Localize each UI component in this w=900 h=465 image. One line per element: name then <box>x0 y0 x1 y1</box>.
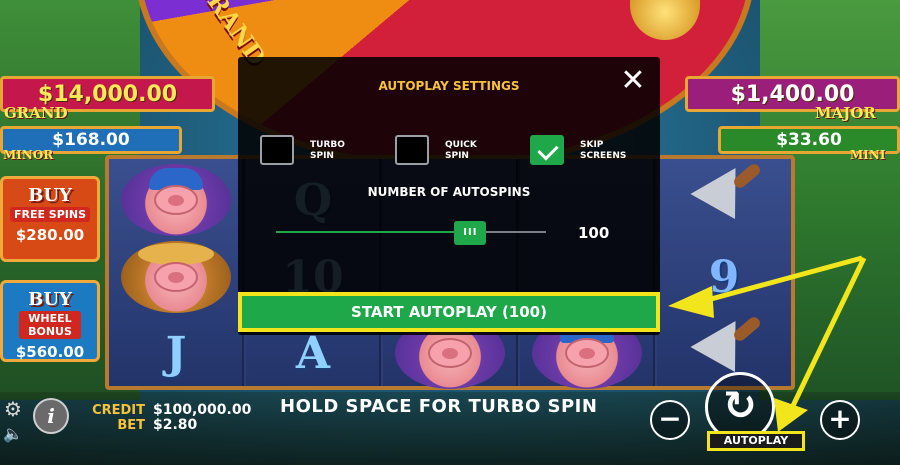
jackpot-grand-label: GRAND <box>4 104 68 122</box>
bet-label: BET <box>117 418 145 433</box>
increase-bet-button[interactable]: + <box>820 400 860 440</box>
settings-gear-icon[interactable]: ⚙ <box>2 398 24 420</box>
autospins-value: 100 <box>578 224 610 242</box>
turbo-hint-text: HOLD SPACE FOR TURBO SPIN <box>280 396 598 417</box>
symbol-j: J <box>165 327 187 379</box>
turbo-spin-checkbox[interactable] <box>260 135 294 165</box>
reel-column-5: 9 <box>657 159 791 386</box>
autospins-slider-thumb[interactable]: III <box>454 221 487 245</box>
buy-free-spins-word: BUY <box>28 185 72 206</box>
dialog-title: AUTOPLAY SETTINGS <box>378 79 520 93</box>
buy-wheel-bonus-sub: WHEEL BONUS <box>19 311 81 339</box>
symbol-9: 9 <box>708 251 740 303</box>
buy-free-spins-price: $280.00 <box>15 226 85 244</box>
autospins-count-title: NUMBER OF AUTOSPINS <box>367 185 531 199</box>
autoplay-button[interactable]: AUTOPLAY <box>707 431 805 451</box>
jackpot-mini-value: $33.60 <box>776 130 842 150</box>
start-autoplay-button[interactable]: START AUTOPLAY (100) <box>238 292 660 332</box>
buy-free-spins-button[interactable]: BUY FREE SPINS $280.00 <box>0 176 100 262</box>
buy-wheel-bonus-price: $560.00 <box>15 343 85 361</box>
turbo-spin-label: TURBO SPIN <box>310 140 345 161</box>
skip-screens-label: SKIP SCREENS <box>580 140 627 161</box>
jackpot-minor-label: MINOR <box>3 148 54 162</box>
skip-screens-checkbox[interactable] <box>530 135 564 165</box>
info-icon[interactable]: i <box>33 398 69 434</box>
buy-wheel-bonus-word: BUY <box>28 289 72 310</box>
jackpot-mini-label: MINI <box>850 148 886 162</box>
credit-label: CREDIT <box>92 403 145 418</box>
close-icon[interactable]: ✕ <box>618 66 648 97</box>
trowel-symbol <box>664 161 784 236</box>
jackpot-minor-value: $168.00 <box>52 130 130 150</box>
buy-free-spins-sub: FREE SPINS <box>9 207 91 222</box>
bet-value: $2.80 <box>153 417 198 433</box>
credit-value: $100,000.00 <box>153 402 252 418</box>
decrease-bet-button[interactable]: − <box>650 400 690 440</box>
jackpot-grand-value: $14,000.00 <box>37 81 178 107</box>
reel-column-1: J <box>109 159 244 386</box>
sound-speaker-icon[interactable]: 🔈 <box>3 424 23 444</box>
autospins-slider-fill <box>276 231 471 233</box>
buy-wheel-bonus-button[interactable]: BUY WHEEL BONUS $560.00 <box>0 280 100 362</box>
quick-spin-checkbox[interactable] <box>395 135 429 165</box>
pig-farmer-symbol <box>116 241 236 313</box>
spin-arrows-icon: ↻ <box>723 383 757 429</box>
pig-construction-symbol <box>116 164 236 236</box>
quick-spin-label: QUICK SPIN <box>445 140 477 161</box>
jackpot-major-label: MAJOR <box>815 104 876 122</box>
jackpot-major-value: $1,400.00 <box>730 81 855 107</box>
